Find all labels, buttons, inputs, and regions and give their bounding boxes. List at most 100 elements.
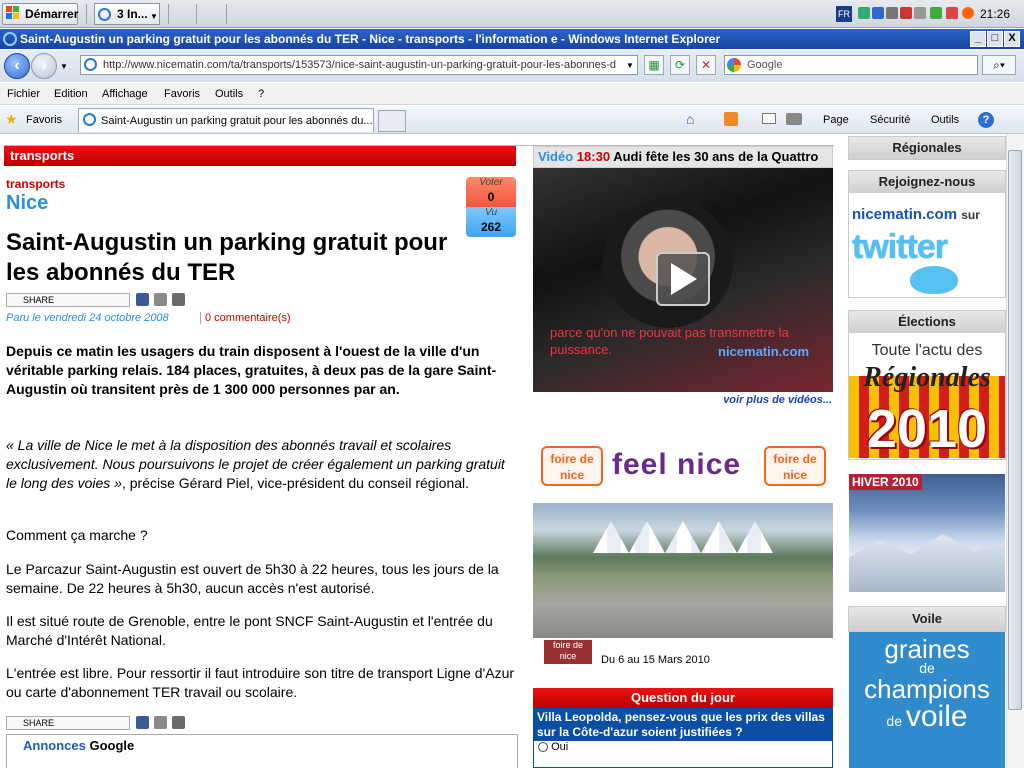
seen-count: 262 — [480, 220, 502, 234]
mail-icon[interactable] — [762, 113, 776, 124]
elections-subtitle: Toute l'actu des — [871, 342, 983, 359]
fair-badge-right[interactable]: foire de nice — [764, 446, 826, 486]
search-input[interactable]: Google — [724, 55, 978, 75]
top-strip — [4, 134, 834, 146]
fair-badge-left[interactable]: foire de nice — [541, 446, 603, 486]
vote-panel[interactable]: Voter 0 — [466, 177, 516, 207]
twitter-logo[interactable]: twitter — [852, 228, 1002, 267]
minimize-button[interactable]: _ — [970, 31, 986, 47]
back-button[interactable]: ‹ — [4, 53, 30, 79]
elections-year: 2010 — [866, 399, 988, 459]
share-button[interactable]: SHARE — [6, 293, 130, 307]
share-icon[interactable] — [154, 716, 167, 729]
history-dropdown-icon[interactable]: ▼ — [60, 62, 68, 71]
facebook-icon[interactable] — [136, 716, 149, 729]
menu-edition[interactable]: Edition — [54, 86, 88, 102]
tools-menu[interactable]: Outils — [931, 112, 959, 128]
print-icon[interactable] — [172, 293, 185, 306]
messenger-icon[interactable] — [962, 7, 974, 19]
taskbar-separator — [86, 4, 87, 24]
regionales-header[interactable]: Régionales — [848, 136, 1006, 160]
menu-fichier[interactable]: Fichier — [7, 86, 40, 102]
annonces-label: Annonces — [23, 738, 86, 753]
menu-help[interactable]: ? — [258, 86, 264, 102]
google-ads[interactable]: Annonces Google — [6, 734, 518, 768]
sur-text: sur — [961, 208, 980, 222]
home-icon[interactable]: ⌂ — [686, 111, 694, 127]
article-category[interactable]: transports — [6, 177, 65, 191]
voile-word: voile — [905, 700, 968, 733]
share-button[interactable]: SHARE — [6, 716, 130, 730]
play-icon[interactable] — [671, 263, 697, 295]
address-input[interactable]: http://www.nicematin.com/ta/transports/1… — [80, 55, 638, 75]
ie-icon — [3, 32, 17, 46]
network-icon[interactable] — [858, 7, 870, 19]
share-bar: SHARE — [6, 292, 206, 308]
feel-nice-logo[interactable]: feel nice — [612, 448, 762, 482]
facebook-icon[interactable] — [136, 293, 149, 306]
antivirus-icon[interactable] — [946, 7, 958, 19]
nicematin-logo[interactable]: nicematin.com sur — [852, 206, 980, 223]
compatibility-icon[interactable]: ▦ — [644, 55, 664, 75]
article-quote-paragraph: « La ville de Nice le met à la dispositi… — [6, 436, 518, 493]
language-indicator[interactable]: FR — [836, 6, 852, 22]
forward-button[interactable]: › — [31, 53, 57, 79]
share-icon[interactable] — [154, 293, 167, 306]
more-videos-link[interactable]: voir plus de vidéos... — [600, 394, 832, 406]
maximize-button[interactable]: □ — [987, 31, 1003, 47]
vote-count: 0 — [487, 190, 495, 204]
voile-text-4: de voile — [849, 700, 1005, 734]
print-icon[interactable] — [786, 113, 802, 125]
question-text: Villa Leopolda, pensez-vous que les prix… — [537, 710, 825, 739]
section-header[interactable]: transports — [4, 146, 516, 166]
video-time: 18:30 — [576, 149, 611, 164]
menu-favoris[interactable]: Favoris — [164, 86, 200, 102]
print-icon[interactable] — [172, 716, 185, 729]
hiver-banner[interactable] — [849, 474, 1005, 592]
voile-header[interactable]: Voile — [848, 606, 1006, 632]
article-paragraph: Il est situé route de Grenoble, entre le… — [6, 613, 493, 648]
rss-icon[interactable] — [724, 112, 738, 126]
stop-icon[interactable]: ✕ — [696, 55, 716, 75]
clock[interactable]: 21:26 — [980, 3, 1010, 25]
scrollbar-thumb[interactable] — [1008, 150, 1022, 710]
close-button[interactable]: X — [1004, 31, 1020, 47]
fair-thumb[interactable]: foire de nice — [544, 640, 592, 664]
voile-de: de — [886, 713, 902, 729]
answer-radio[interactable] — [538, 742, 548, 753]
seen-panel: Vu 262 — [466, 207, 516, 237]
taskbar-separator — [196, 4, 197, 24]
answer-label[interactable]: Oui — [551, 741, 568, 753]
hiver-label: HIVER 2010 — [849, 474, 922, 490]
tab-active[interactable]: Saint-Augustin un parking gratuit pour l… — [78, 108, 374, 132]
google-label: Google — [89, 738, 135, 753]
sync-icon[interactable] — [886, 7, 898, 19]
twitter-bird-icon — [910, 266, 958, 294]
page-icon — [84, 58, 97, 71]
page-menu[interactable]: Page — [823, 112, 849, 128]
shield-icon[interactable] — [872, 7, 884, 19]
article-paragraph: L'entrée est libre. Pour ressortir il fa… — [6, 665, 515, 700]
chevron-down-icon[interactable]: ▼ — [150, 12, 158, 21]
new-tab-button[interactable] — [378, 110, 406, 132]
comments-link[interactable]: 0 commentaire(s) — [200, 312, 291, 324]
security-menu[interactable]: Sécurité — [870, 112, 910, 128]
seen-label: Vu — [484, 207, 498, 218]
menu-outils[interactable]: Outils — [215, 86, 243, 102]
alert-icon[interactable] — [900, 7, 912, 19]
video-prefix: Vidéo — [538, 149, 574, 164]
volume-icon[interactable] — [914, 7, 926, 19]
vote-widget[interactable]: Voter 0 Vu 262 — [466, 177, 516, 237]
fair-photo[interactable] — [533, 503, 833, 638]
video-header[interactable]: Vidéo 18:30 Audi fête les 30 ans de la Q… — [533, 146, 833, 168]
menu-affichage[interactable]: Affichage — [102, 86, 148, 102]
windows-logo-icon — [6, 6, 19, 19]
security-icon[interactable] — [930, 7, 942, 19]
search-button[interactable]: ⌕▾ — [982, 55, 1016, 75]
refresh-icon[interactable]: ⟳ — [670, 55, 690, 75]
article-city[interactable]: Nice — [6, 192, 48, 215]
article-paragraph: Comment ça marche ? — [6, 527, 148, 543]
help-icon[interactable]: ? — [978, 112, 994, 128]
address-dropdown-icon[interactable]: ▼ — [626, 61, 634, 70]
elections-header: Élections — [849, 311, 1005, 333]
